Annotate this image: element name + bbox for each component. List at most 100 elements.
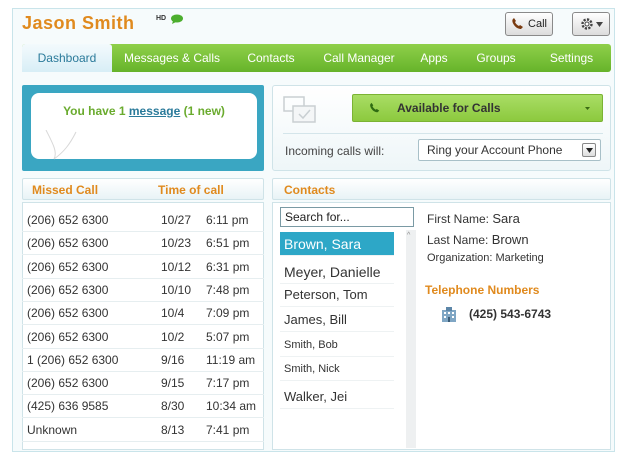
contact-list-item[interactable]: James, Bill — [280, 308, 394, 332]
missed-call-row[interactable]: (425) 636 9585 8/30 10:34 am — [22, 394, 264, 419]
call-button-label: Call — [528, 18, 547, 30]
missed-call-date: 9/15 — [161, 376, 185, 391]
incoming-calls-select[interactable]: Ring your Account Phone — [418, 139, 601, 161]
user-name: Jason Smith — [22, 13, 135, 33]
message-suffix: (1 new) — [180, 104, 225, 118]
hd-badge: HD — [156, 15, 167, 22]
missed-call-row[interactable]: (206) 652 6300 10/23 6:51 pm — [22, 231, 264, 256]
phone-icon — [370, 102, 380, 113]
speech-bubble-tail-icon — [45, 130, 77, 160]
missed-call-number: (206) 652 6300 — [27, 259, 109, 274]
divider — [283, 133, 603, 134]
availability-status: Available for Calls — [397, 101, 501, 115]
chevron-down-icon — [585, 106, 590, 110]
missed-call-date: 8/30 — [161, 399, 185, 414]
missed-call-date: 8/13 — [161, 422, 185, 437]
dropdown-arrow[interactable] — [582, 143, 596, 157]
chat-bubble-icon — [171, 14, 183, 24]
contact-list-item[interactable]: Walker, Jei — [280, 385, 394, 409]
missed-call-row[interactable]: Unknown 8/13 7:41 pm — [22, 418, 264, 442]
tab-dashboard[interactable]: Dashboard — [22, 44, 112, 72]
missed-call-time: 5:07 pm — [206, 329, 250, 344]
missed-call-time: 6:31 pm — [206, 259, 250, 274]
missed-call-time: 7:48 pm — [206, 282, 250, 297]
tab-messages-calls[interactable]: Messages & Calls — [112, 44, 232, 72]
message-prefix: You have 1 — [63, 104, 129, 118]
chevron-down-icon — [585, 147, 593, 153]
missed-call-number: (206) 652 6300 — [27, 236, 109, 251]
tab-groups[interactable]: Groups — [460, 44, 532, 72]
last-name-value: Brown — [491, 232, 529, 247]
message-summary: You have 1 message (1 new) — [31, 104, 257, 118]
tab-apps[interactable]: Apps — [408, 44, 460, 72]
missed-call-date: 10/27 — [161, 213, 192, 227]
col-time-of-call: Time of call — [158, 183, 224, 197]
missed-call-number: Unknown — [27, 422, 78, 437]
building-icon — [442, 307, 456, 322]
call-forward-icon — [283, 96, 316, 123]
contact-list-item[interactable]: Peterson, Tom — [280, 283, 394, 307]
missed-call-row[interactable]: (206) 652 6300 9/15 7:17 pm — [22, 371, 264, 396]
contact-search-input[interactable]: Search for... — [280, 207, 414, 227]
contacts-header: Contacts — [272, 178, 611, 200]
gear-icon — [580, 18, 593, 30]
last-name-row: Last Name: Brown — [427, 232, 529, 247]
settings-menu-button[interactable] — [572, 12, 610, 36]
incoming-calls-label: Incoming calls will: — [285, 144, 385, 158]
contact-phone-number[interactable]: (425) 543-6743 — [469, 307, 551, 321]
contact-list: Brown, Sara Meyer, Danielle Peterson, Tom J… — [280, 230, 405, 448]
phone-icon — [512, 18, 524, 29]
missed-call-row[interactable]: (206) 652 6300 10/27 6:11 pm — [22, 208, 264, 232]
missed-call-number: 1 (206) 652 6300 — [27, 352, 119, 367]
organization-value: Marketing — [495, 252, 544, 264]
missed-call-number: (206) 652 6300 — [27, 329, 109, 344]
missed-call-row[interactable]: (206) 652 6300 10/10 7:48 pm — [22, 278, 264, 302]
first-name-value: Sara — [492, 211, 520, 226]
missed-call-number: (206) 652 6300 — [27, 376, 109, 391]
missed-call-row[interactable]: (206) 652 6300 10/12 6:31 pm — [22, 255, 264, 279]
call-button[interactable]: Call — [505, 12, 553, 36]
contact-list-item[interactable]: Meyer, Danielle — [280, 260, 394, 284]
missed-call-date: 10/23 — [161, 236, 192, 251]
missed-call-number: (206) 652 6300 — [27, 282, 109, 297]
scroll-up-icon[interactable]: ^ — [407, 232, 410, 239]
missed-call-number: (206) 652 6300 — [27, 306, 109, 321]
missed-call-date: 10/12 — [161, 259, 192, 274]
col-missed-call: Missed Call — [32, 183, 99, 197]
missed-call-date: 10/10 — [161, 282, 192, 297]
first-name-row: First Name: Sara — [427, 211, 520, 226]
contact-list-item[interactable]: Brown, Sara — [280, 232, 394, 256]
tab-call-manager[interactable]: Call Manager — [310, 44, 408, 72]
contact-list-scrollbar[interactable] — [406, 230, 416, 448]
missed-call-row[interactable]: (206) 652 6300 10/2 5:07 pm — [22, 325, 264, 349]
missed-call-time: 11:19 am — [206, 352, 256, 367]
missed-call-time: 7:17 pm — [206, 376, 250, 391]
chevron-down-icon — [595, 21, 603, 27]
contact-list-item[interactable]: Smith, Nick — [280, 357, 394, 381]
contact-list-item[interactable]: Smith, Bob — [280, 333, 394, 357]
missed-call-row[interactable]: (206) 652 6300 10/4 7:09 pm — [22, 301, 264, 326]
missed-calls-header: Missed Call Time of call — [22, 178, 264, 200]
missed-call-time: 7:41 pm — [206, 422, 250, 437]
tab-settings[interactable]: Settings — [532, 44, 611, 72]
tab-contacts[interactable]: Contacts — [232, 44, 310, 72]
organization-row: Organization: Marketing — [427, 252, 544, 264]
missed-call-time: 7:09 pm — [206, 306, 250, 321]
message-link[interactable]: message — [129, 104, 180, 118]
missed-call-date: 10/2 — [161, 329, 185, 344]
telephone-numbers-heading: Telephone Numbers — [425, 283, 540, 297]
missed-call-date: 10/4 — [161, 306, 185, 321]
missed-call-number: (206) 652 6300 — [27, 213, 109, 227]
missed-call-time: 10:34 am — [206, 399, 257, 414]
missed-call-time: 6:51 pm — [206, 236, 250, 251]
availability-select[interactable]: Available for Calls — [352, 94, 603, 122]
organization-label: Organization: — [427, 252, 493, 264]
first-name-label: First Name: — [427, 212, 490, 226]
main-nav: Dashboard Messages & Calls Contacts Call… — [22, 44, 611, 72]
last-name-label: Last Name: — [427, 233, 489, 247]
missed-call-date: 9/16 — [161, 352, 185, 367]
incoming-calls-value: Ring your Account Phone — [427, 143, 563, 157]
missed-call-time: 6:11 pm — [206, 213, 249, 227]
missed-call-row[interactable]: 1 (206) 652 6300 9/16 11:19 am — [22, 348, 264, 372]
missed-call-number: (425) 636 9585 — [27, 399, 109, 414]
